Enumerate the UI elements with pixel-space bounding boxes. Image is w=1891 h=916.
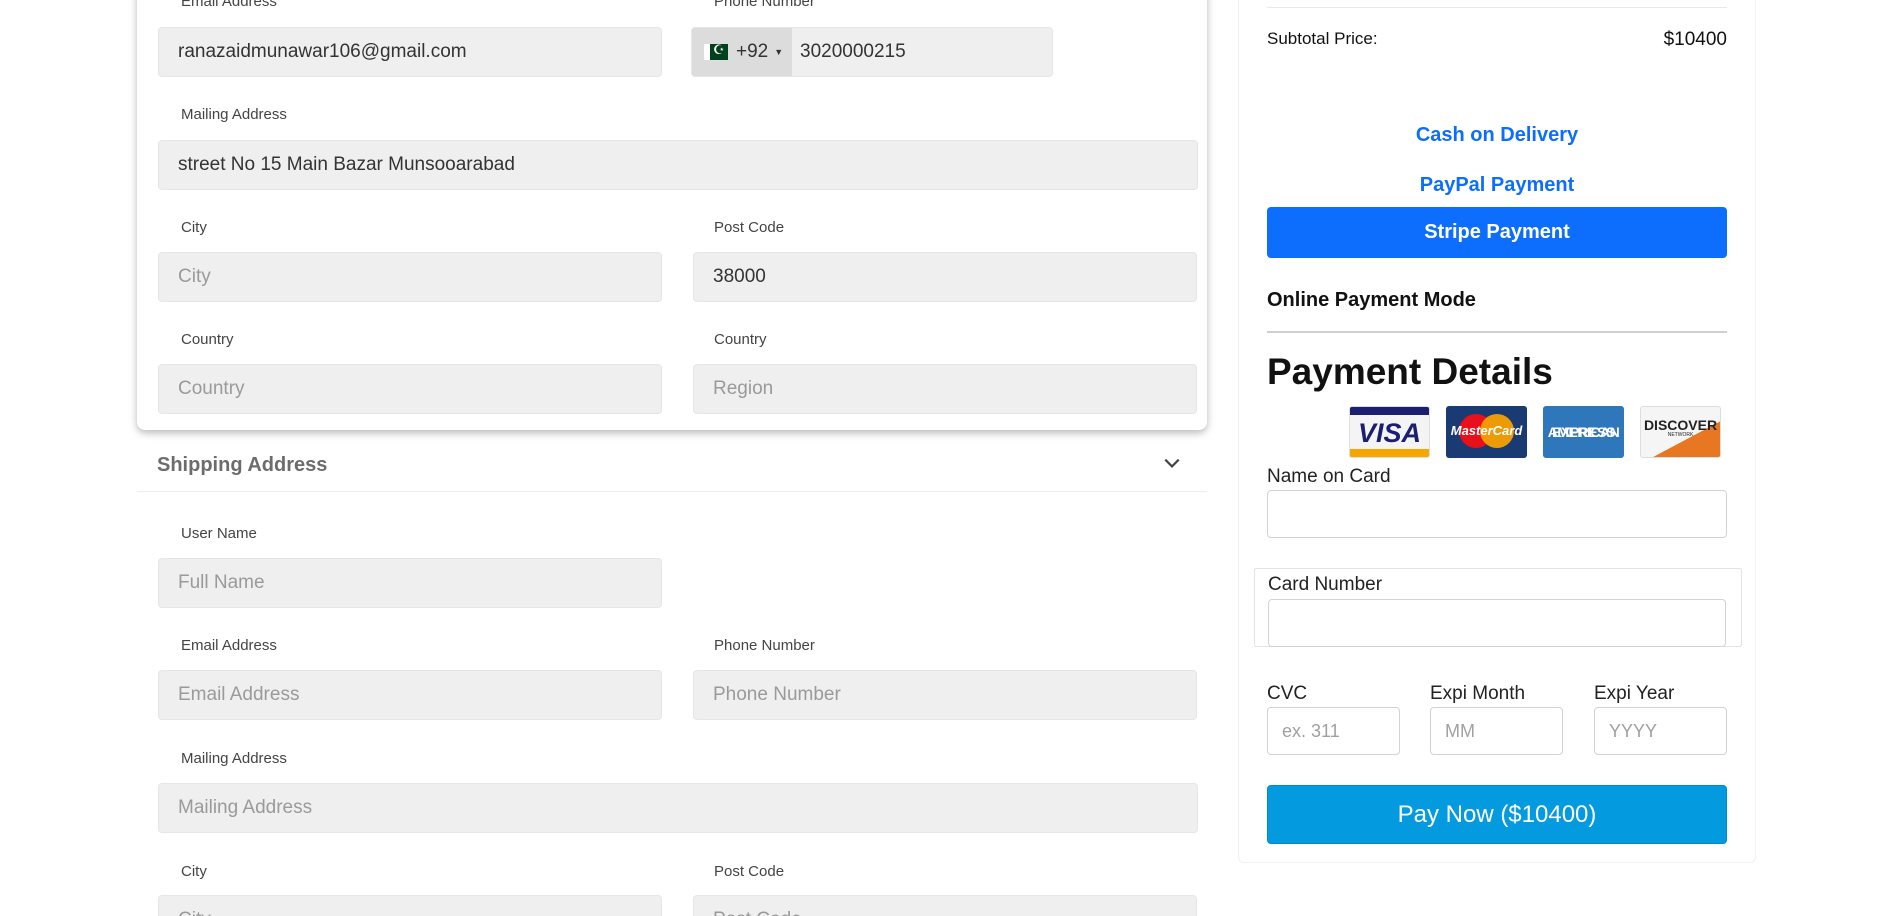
country-label: Country: [181, 331, 234, 348]
exp-month-input[interactable]: MM: [1430, 707, 1563, 755]
american-express-icon: AMERICAN EXPRESS: [1543, 406, 1624, 458]
ship-city-label: City: [181, 863, 207, 880]
ship-email-field[interactable]: Email Address: [158, 670, 662, 720]
mailing-address-field[interactable]: street No 15 Main Bazar Munsooarabad: [158, 140, 1198, 190]
paypal-payment-option[interactable]: PayPal Payment: [1267, 174, 1727, 197]
chevron-down-icon[interactable]: [1163, 454, 1181, 472]
cvc-label: CVC: [1267, 683, 1308, 704]
name-on-card-input[interactable]: [1267, 490, 1727, 538]
name-on-card-label: Name on Card: [1267, 466, 1391, 487]
mastercard-icon: MasterCard: [1446, 406, 1527, 458]
card-number-input[interactable]: [1268, 599, 1726, 647]
cash-on-delivery-option[interactable]: Cash on Delivery: [1267, 124, 1727, 147]
email-label: Email Address: [181, 0, 277, 10]
ship-username-label: User Name: [181, 525, 257, 542]
city-label: City: [181, 219, 207, 236]
phone-field[interactable]: +92 ▼ 3020000215: [691, 27, 1053, 77]
card-number-label: Card Number: [1268, 574, 1383, 595]
ship-postcode-label: Post Code: [714, 863, 785, 880]
exp-year-input[interactable]: YYYY: [1594, 707, 1727, 755]
pakistan-flag-icon: [704, 42, 728, 60]
ship-postcode-field[interactable]: Post Code: [693, 895, 1197, 916]
country-code-select[interactable]: +92 ▼: [692, 28, 792, 76]
divider: [1267, 331, 1727, 333]
postcode-field[interactable]: 38000: [693, 252, 1197, 302]
shipping-address-accordion[interactable]: Shipping Address: [137, 440, 1207, 492]
city-field[interactable]: City: [158, 252, 662, 302]
cvc-input[interactable]: ex. 311: [1267, 707, 1400, 755]
subtotal-value: $10400: [1663, 29, 1727, 50]
phone-number-value[interactable]: 3020000215: [792, 41, 906, 63]
country-code: +92: [736, 41, 769, 62]
visa-card-icon: VISA: [1349, 406, 1430, 458]
ship-phone-field[interactable]: Phone Number: [693, 670, 1197, 720]
region-field[interactable]: Region: [693, 364, 1197, 414]
postcode-label: Post Code: [714, 219, 785, 236]
mailing-label: Mailing Address: [181, 106, 287, 123]
shipping-address-title: Shipping Address: [157, 454, 328, 476]
ship-mailing-label: Mailing Address: [181, 750, 287, 767]
ship-username-field[interactable]: Full Name: [158, 558, 662, 608]
ship-mailing-field[interactable]: Mailing Address: [158, 783, 1198, 833]
country-field[interactable]: Country: [158, 364, 662, 414]
exp-month-label: Expi Month: [1430, 683, 1526, 704]
ship-email-label: Email Address: [181, 637, 277, 654]
stripe-payment-button[interactable]: Stripe Payment: [1267, 207, 1727, 258]
subtotal-label: Subtotal Price:: [1267, 29, 1378, 48]
ship-city-field[interactable]: City: [158, 895, 662, 916]
exp-year-label: Expi Year: [1594, 683, 1675, 704]
ship-phone-label: Phone Number: [714, 637, 815, 654]
pay-now-button[interactable]: Pay Now ($10400): [1267, 785, 1727, 844]
region-label: Country: [714, 331, 767, 348]
discover-card-icon: DISCOVER NETWORK: [1640, 406, 1721, 458]
payment-details-title: Payment Details: [1267, 351, 1553, 392]
divider: [1267, 7, 1727, 8]
email-field[interactable]: ranazaidmunawar106@gmail.com: [158, 27, 662, 77]
caret-down-icon: ▼: [774, 47, 784, 57]
phone-label: Phone Number: [714, 0, 815, 10]
online-payment-mode-heading: Online Payment Mode: [1267, 289, 1476, 311]
